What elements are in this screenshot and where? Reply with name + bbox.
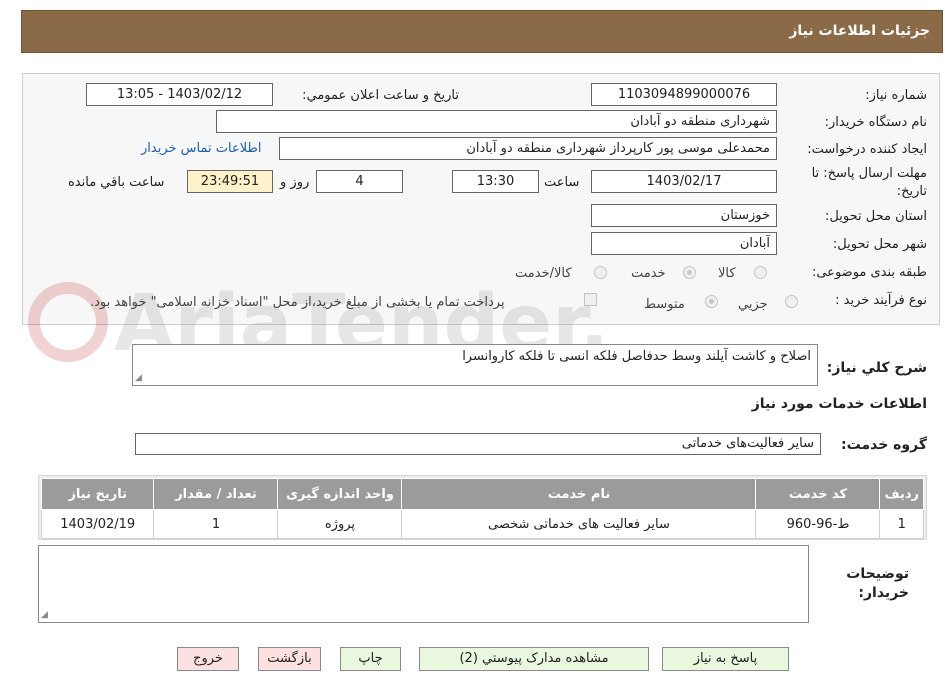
page-header: جزئیات اطلاعات نیاز (21, 10, 943, 53)
col-quantity: تعداد / مقدار (153, 478, 279, 510)
cell-need-date: 1403/02/19 (40, 509, 155, 539)
col-unit: واحد اندازه گيری (277, 478, 403, 510)
need-number-label: شماره نیاز: (865, 88, 927, 103)
cell-quantity: 1 (153, 509, 279, 539)
buyer-contact-link[interactable]: اطلاعات تماس خريدار (141, 141, 261, 156)
category-radio-goods-service[interactable] (594, 266, 607, 279)
requester-label: ايجاد کننده درخواست: (807, 142, 927, 157)
province-field: خوزستان (591, 204, 777, 227)
deadline-time-field: 13:30 (452, 170, 539, 193)
province-label: استان محل تحويل: (825, 209, 927, 224)
resize-grip-icon[interactable]: ◢ (135, 373, 142, 383)
category-option-goods: کالا (718, 266, 736, 281)
need-number-field: 1103094899000076 (591, 83, 777, 106)
page-title: جزئیات اطلاعات نیاز (789, 23, 930, 39)
back-button[interactable]: بازگشت (258, 647, 321, 671)
category-option-service: خدمت (631, 266, 666, 281)
services-table-header: رديف کد خدمت نام خدمت واحد اندازه گيری ت… (40, 478, 924, 510)
col-row-number: رديف (879, 478, 924, 510)
services-table: رديف کد خدمت نام خدمت واحد اندازه گيری ت… (40, 478, 924, 539)
view-attachments-button[interactable]: مشاهده مدارک پيوستي (2) (419, 647, 649, 671)
hours-remaining-label: ساعت باقي مانده (68, 175, 165, 190)
cell-row-number: 1 (879, 509, 924, 539)
service-group-label: گروه خدمت: (841, 437, 927, 453)
print-button[interactable]: چاپ (340, 647, 401, 671)
category-radio-service[interactable] (683, 266, 696, 279)
buyer-org-field: شهرداری منطقه دو آبادان (216, 110, 777, 133)
col-service-name: نام خدمت (401, 478, 757, 510)
services-info-title: اطلاعات خدمات مورد نياز (751, 396, 927, 412)
process-option-medium: متوسط (644, 297, 685, 312)
buyer-notes-label-2: خريدار: (858, 585, 909, 601)
treasury-payment-checkbox[interactable] (584, 293, 597, 306)
general-desc-label: شرح کلي نياز: (826, 360, 927, 376)
deadline-label-date: تاریخ: (896, 184, 927, 199)
table-row: 1 ط-96-960 سایر فعالیت های خدماتی شخصی پ… (40, 509, 924, 539)
announce-datetime-label: تاريخ و ساعت اعلان عمومي: (302, 88, 459, 103)
announce-datetime-field: 1403/02/12 - 13:05 (86, 83, 273, 106)
service-group-field: سایر فعالیت‌های خدماتی (135, 433, 821, 455)
buyer-notes-label: توضيحات (846, 566, 909, 582)
process-label: نوع فرآيند خريد : (835, 293, 927, 308)
services-table-wrap: رديف کد خدمت نام خدمت واحد اندازه گيری ت… (38, 475, 927, 540)
buyer-notes-textarea[interactable]: ◢ (38, 545, 809, 623)
deadline-label: مهلت ارسال پاسخ: تا (811, 166, 927, 181)
resize-grip-icon[interactable]: ◢ (41, 610, 48, 620)
col-need-date: تاريخ نياز (40, 478, 155, 510)
cell-service-code: ط-96-960 (755, 509, 881, 539)
remaining-time-field: 23:49:51 (187, 170, 273, 193)
category-option-goods-service: کالا/خدمت (515, 266, 572, 281)
process-radio-medium[interactable] (705, 295, 718, 308)
city-label: شهر محل تحويل: (832, 237, 927, 252)
deadline-time-label: ساعت (544, 175, 580, 190)
category-label: طبقه بندی موضوعی: (811, 265, 927, 280)
city-field: آبادان (591, 232, 777, 255)
category-radio-goods[interactable] (754, 266, 767, 279)
cell-service-name: سایر فعالیت های خدماتی شخصی (401, 509, 757, 539)
days-and-label: روز و (280, 175, 310, 190)
reply-button[interactable]: پاسخ به نياز (662, 647, 789, 671)
col-service-code: کد خدمت (755, 478, 881, 510)
cell-unit: پروژه (277, 509, 403, 539)
requester-field: محمدعلی موسی پور کارپرداز شهرداری منطقه … (279, 137, 777, 160)
days-remaining-field: 4 (316, 170, 403, 193)
process-radio-minor[interactable] (785, 295, 798, 308)
exit-button[interactable]: خروج (177, 647, 239, 671)
process-option-minor: جزيي (738, 297, 768, 312)
general-desc-textarea[interactable]: اصلاح و کاشت آیلند وسط حدفاصل فلکه انسی … (132, 344, 818, 386)
treasury-payment-note: پرداخت تمام یا بخشی از مبلغ خرید،از محل … (90, 295, 505, 310)
buyer-org-label: نام دستگاه خريدار: (824, 115, 927, 130)
general-desc-text: اصلاح و کاشت آیلند وسط حدفاصل فلکه انسی … (462, 349, 811, 364)
deadline-date-field: 1403/02/17 (591, 170, 777, 193)
